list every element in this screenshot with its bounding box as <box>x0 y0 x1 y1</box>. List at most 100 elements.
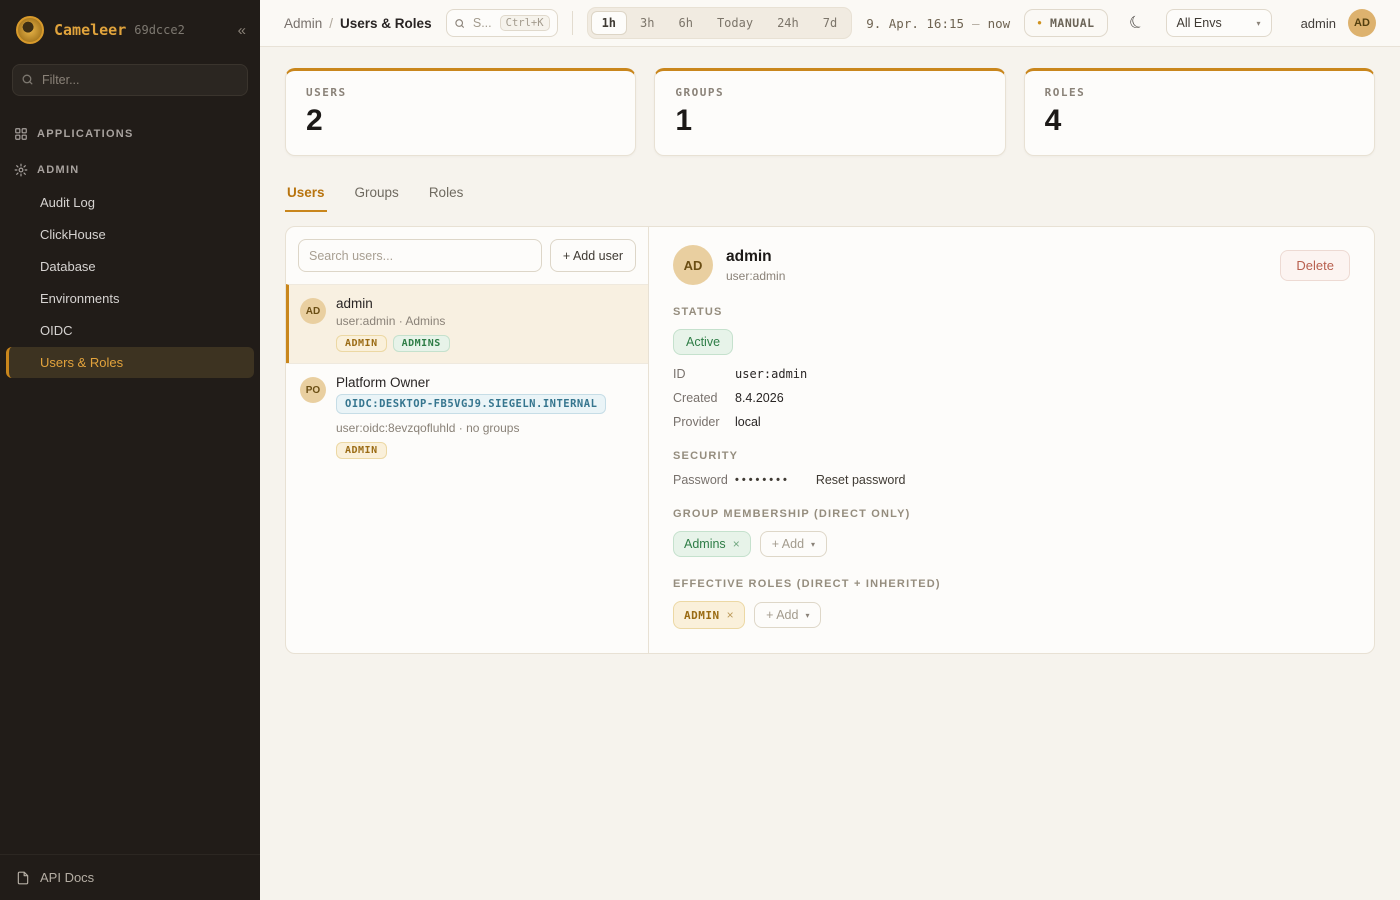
section-label: APPLICATIONS <box>37 128 134 140</box>
user-list-pane: + Add user AD admin user:admin · Admins … <box>286 227 649 653</box>
field-value: user:admin <box>735 367 807 381</box>
status-dot-icon: ● <box>1037 19 1042 27</box>
stat-card-users: USERS 2 <box>285 68 636 156</box>
moon-icon: ☾ <box>1125 11 1147 36</box>
range-6h[interactable]: 6h <box>667 11 703 35</box>
detail-fields: ID user:admin Created 8.4.2026 Provider … <box>673 367 1350 429</box>
tab-roles[interactable]: Roles <box>427 176 466 212</box>
stat-card-roles: ROLES 4 <box>1024 68 1375 156</box>
oidc-issuer-badge: OIDC:DESKTOP-FB5VGJ9.SIEGELN.INTERNAL <box>336 394 606 414</box>
stat-cards: USERS 2 GROUPS 1 ROLES 4 <box>285 68 1375 156</box>
divider <box>572 11 573 35</box>
refresh-mode-button[interactable]: ● MANUAL <box>1024 9 1107 37</box>
search-icon <box>21 73 34 86</box>
breadcrumb-separator: / <box>329 16 333 31</box>
sidebar-item-audit-log[interactable]: Audit Log <box>6 187 254 218</box>
add-group-label: + Add <box>772 537 804 551</box>
add-group-button[interactable]: + Add ▾ <box>760 531 827 557</box>
environment-select[interactable]: All Envs ▾ <box>1166 9 1272 37</box>
stat-card-groups: GROUPS 1 <box>654 68 1005 156</box>
chevron-down-icon: ▾ <box>811 540 815 549</box>
app-logo-icon <box>16 16 44 44</box>
remove-icon[interactable]: × <box>727 608 735 622</box>
users-panel: + Add user AD admin user:admin · Admins … <box>285 226 1375 654</box>
range-7d[interactable]: 7d <box>812 11 848 35</box>
detail-user-id: user:admin <box>726 269 785 283</box>
breadcrumb: Admin / Users & Roles <box>284 16 432 31</box>
chevron-down-icon: ▾ <box>1257 19 1261 28</box>
avatar[interactable]: AD <box>1348 9 1376 37</box>
user-list-item-admin[interactable]: AD admin user:admin · Admins ADMIN ADMIN… <box>286 284 648 363</box>
sidebar-filter <box>12 64 248 96</box>
sidebar-collapse-icon[interactable]: « <box>238 22 246 39</box>
tab-groups[interactable]: Groups <box>353 176 401 212</box>
content-area: USERS 2 GROUPS 1 ROLES 4 Users Groups Ro… <box>260 47 1400 900</box>
logo-row: Cameleer 69dcce2 « <box>0 0 260 64</box>
range-1h[interactable]: 1h <box>591 11 627 35</box>
add-role-button[interactable]: + Add ▾ <box>754 602 821 628</box>
search-icon <box>454 17 465 30</box>
user-list-controls: + Add user <box>286 227 648 284</box>
range-24h[interactable]: 24h <box>766 11 810 35</box>
environment-value: All Envs <box>1177 16 1222 30</box>
topbar: Admin / Users & Roles S... Ctrl+K 1h 3h … <box>260 0 1400 47</box>
grid-icon <box>14 127 28 141</box>
field-row-provider: Provider local <box>673 415 1350 429</box>
password-row: Password •••••••• Reset password <box>673 473 1350 487</box>
sidebar-item-clickhouse[interactable]: ClickHouse <box>6 219 254 250</box>
sidebar-item-users-roles[interactable]: Users & Roles <box>6 347 254 378</box>
status-section-title: STATUS <box>673 306 1350 318</box>
groups-section-title: GROUP MEMBERSHIP (DIRECT ONLY) <box>673 508 1350 520</box>
dark-mode-toggle[interactable]: ☾ <box>1117 3 1157 43</box>
section-label: ADMIN <box>37 164 80 176</box>
password-label: Password <box>673 473 735 487</box>
field-row-id: ID user:admin <box>673 367 1350 381</box>
add-role-label: + Add <box>766 608 798 622</box>
add-user-button[interactable]: + Add user <box>550 239 636 272</box>
user-name: admin <box>336 296 450 311</box>
time-from: 9. Apr. 16:15 <box>866 16 964 31</box>
range-today[interactable]: Today <box>706 11 764 35</box>
user-list-item-platform-owner[interactable]: PO Platform Owner OIDC:DESKTOP-FB5VGJ9.S… <box>286 363 648 470</box>
stat-value: 1 <box>675 104 984 138</box>
role-badge: ADMIN <box>336 442 387 459</box>
avatar: AD <box>673 245 713 285</box>
instance-id: 69dcce2 <box>134 23 185 37</box>
user-row-body: admin user:admin · Admins ADMIN ADMINS <box>336 296 450 352</box>
tab-users[interactable]: Users <box>285 176 327 212</box>
breadcrumb-parent[interactable]: Admin <box>284 16 322 31</box>
global-search[interactable]: S... Ctrl+K <box>446 9 558 37</box>
time-separator: — <box>972 16 980 31</box>
section-admin: ADMIN <box>0 154 260 186</box>
stat-label: ROLES <box>1045 86 1354 99</box>
document-icon <box>16 871 30 885</box>
delete-user-button[interactable]: Delete <box>1280 250 1350 281</box>
user-row-body: Platform Owner OIDC:DESKTOP-FB5VGJ9.SIEG… <box>336 375 606 459</box>
chevron-down-icon: ▾ <box>805 611 809 620</box>
field-value: local <box>735 415 761 429</box>
user-meta: user:oidc:8evzqofluhld · no groups <box>336 421 606 435</box>
stat-label: GROUPS <box>675 86 984 99</box>
user-menu: admin AD <box>1301 9 1376 37</box>
sidebar-item-oidc[interactable]: OIDC <box>6 315 254 346</box>
sidebar-item-environments[interactable]: Environments <box>6 283 254 314</box>
status-badge: Active <box>673 329 733 355</box>
sidebar: Cameleer 69dcce2 « APPLICATIONS ADMIN Au… <box>0 0 260 900</box>
effective-roles-row: ADMIN × + Add ▾ <box>673 601 1350 629</box>
remove-icon[interactable]: × <box>733 537 740 551</box>
breadcrumb-current: Users & Roles <box>340 16 432 31</box>
api-docs-link[interactable]: API Docs <box>0 854 260 900</box>
user-search-input[interactable] <box>298 239 542 272</box>
avatar: PO <box>300 377 326 403</box>
field-label: Provider <box>673 415 735 429</box>
admin-nav: Audit Log ClickHouse Database Environmen… <box>0 186 260 379</box>
security-section-title: SECURITY <box>673 450 1350 462</box>
detail-header: AD admin user:admin Delete <box>673 245 1350 285</box>
sidebar-filter-input[interactable] <box>12 64 248 96</box>
detail-identity: admin user:admin <box>726 248 785 283</box>
user-badges: ADMIN <box>336 442 606 459</box>
app-name: Cameleer <box>54 21 126 39</box>
sidebar-item-database[interactable]: Database <box>6 251 254 282</box>
reset-password-link[interactable]: Reset password <box>816 473 906 487</box>
range-3h[interactable]: 3h <box>629 11 665 35</box>
